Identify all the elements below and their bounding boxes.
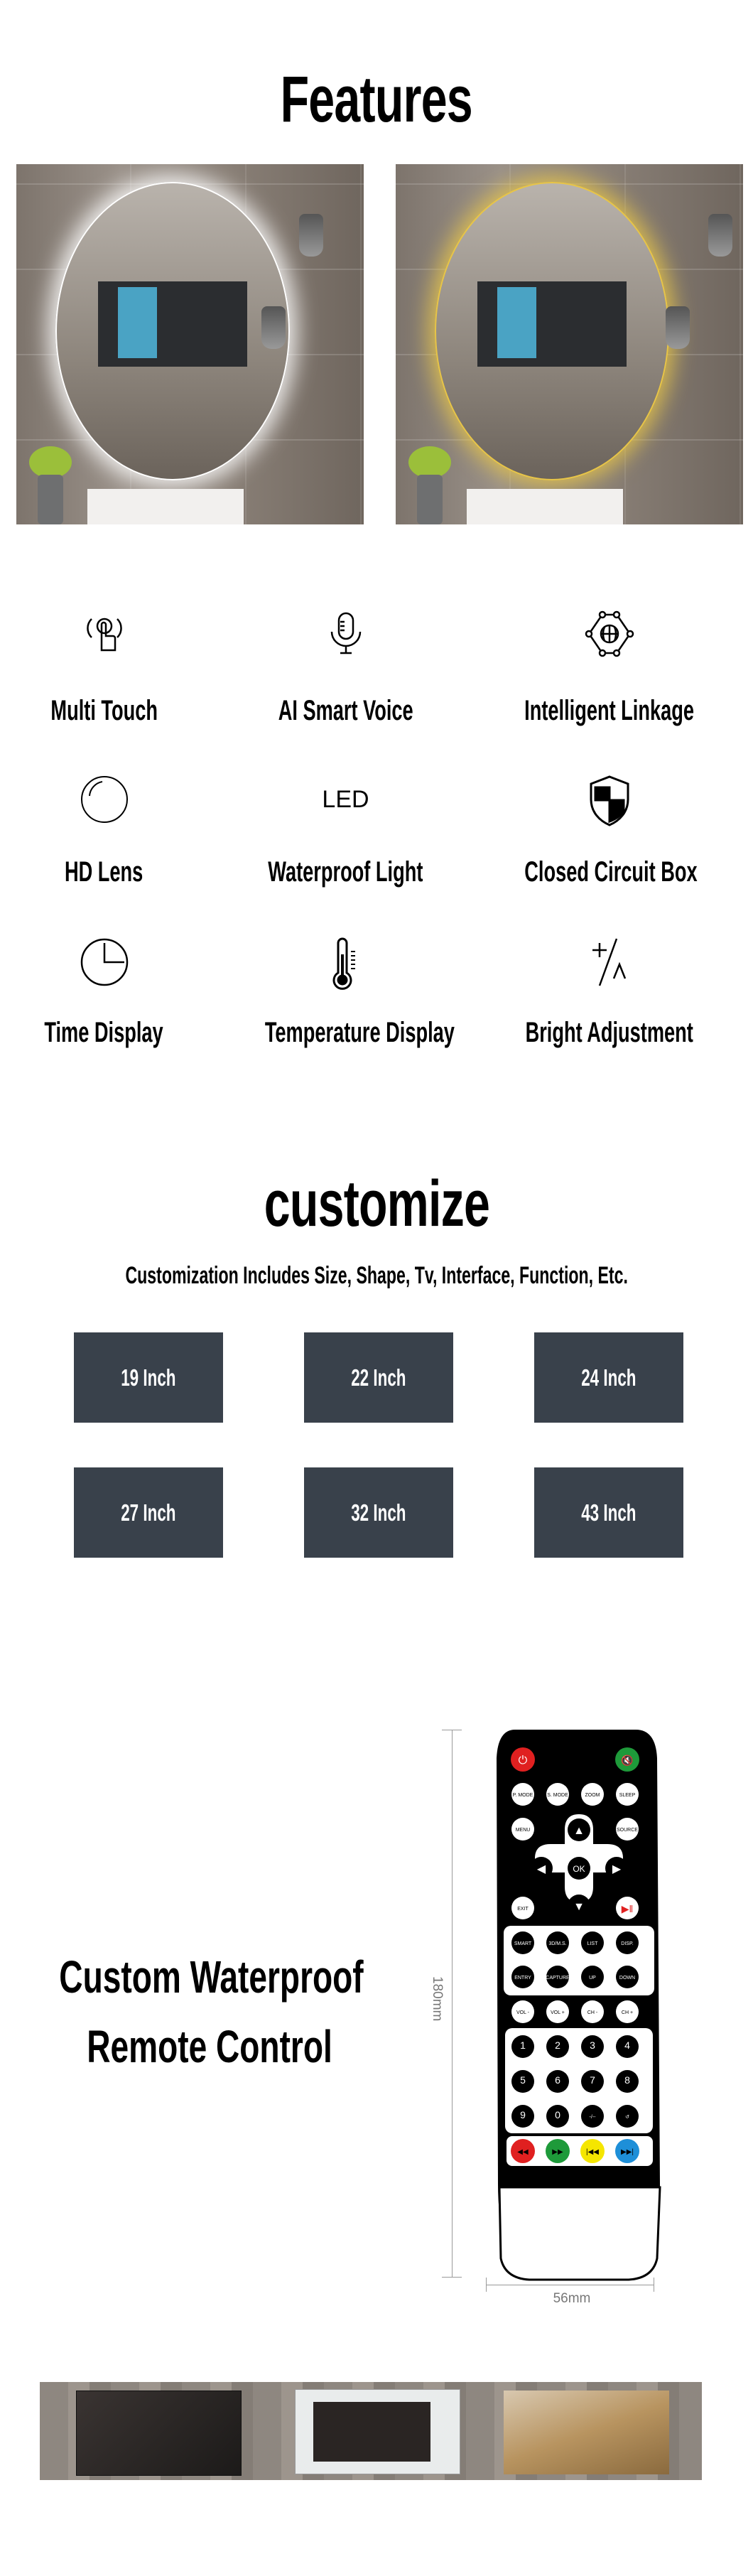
feature-label: HD Lens <box>65 856 143 888</box>
size-option-19-inch: 19 Inch <box>74 1332 223 1423</box>
feature-label: AI Smart Voice <box>278 695 413 726</box>
feature-label: Temperature Display <box>264 1017 455 1048</box>
lens-circle-icon <box>80 775 129 828</box>
mute-icon: 🔇 <box>621 1755 633 1767</box>
features-title: Features <box>280 63 473 136</box>
media-icon: ◀◀ <box>517 2148 529 2156</box>
dimension-tick <box>486 2278 487 2292</box>
shield-icon <box>588 775 631 831</box>
remote-smart-label: SMART <box>514 1941 532 1946</box>
remote-source-label: SOURCE <box>617 1828 638 1833</box>
size-option-32-inch: 32 Inch <box>304 1467 453 1558</box>
remote-8-label: 8 <box>624 2074 630 2086</box>
media-icon: ▶▶| <box>621 2148 634 2156</box>
power-icon: ⏻ <box>519 1755 528 1767</box>
remote-ch-label: CH + <box>622 2010 633 2015</box>
remote-9-label: 9 <box>520 2109 526 2120</box>
arrow-icon: ▲ <box>573 1825 585 1837</box>
remote-vol-label: VOL - <box>516 2010 530 2015</box>
arrow-icon: ▼ <box>573 1901 585 1913</box>
remote-menu-label: MENU <box>516 1828 531 1833</box>
size-option-24-inch: 24 Inch <box>534 1332 683 1423</box>
remote-entry-label: ENTRY <box>514 1976 531 1980</box>
ok-label: OK <box>573 1864 585 1874</box>
remote--label: -/-- <box>590 2115 597 2120</box>
play-pause-icon: ▶‖ <box>622 1903 634 1914</box>
plus-minus-icon <box>588 937 631 991</box>
height-dimension-line <box>452 1730 453 2277</box>
remote-title-line1: Custom Waterproof <box>59 1951 364 2003</box>
mirror-photo-white-light <box>16 164 364 524</box>
microphone-icon <box>328 610 364 659</box>
media-icon: ▶▶ <box>552 2148 563 2156</box>
remote-3-label: 3 <box>590 2039 595 2051</box>
remote-ch-label: CH - <box>587 2010 598 2015</box>
multi-touch-icon <box>83 610 126 657</box>
remote-capture-label: CAPTURE <box>546 1976 570 1980</box>
remote-6-label: 6 <box>555 2074 560 2086</box>
arrow-icon: ◀ <box>537 1863 546 1875</box>
globe-network-icon <box>585 610 634 661</box>
remote-0-label: 0 <box>555 2109 560 2120</box>
mirror-finish-tv <box>504 2391 669 2474</box>
remote-bottom-panel <box>498 2186 661 2281</box>
mirror-tv-variants-photo <box>40 2382 702 2480</box>
feature-label: Bright Adjustment <box>525 1017 693 1048</box>
size-option-43-inch: 43 Inch <box>534 1467 683 1558</box>
remote-up-label: UP <box>589 1976 596 1980</box>
remote-zoom-label: ZOOM <box>585 1793 600 1798</box>
arrow-icon: ▶ <box>612 1863 622 1875</box>
black-glass-tv <box>76 2391 242 2476</box>
height-label: 180mm <box>430 1976 445 2022</box>
remote-disp-label: DISP. <box>621 1941 633 1946</box>
size-option-27-inch: 27 Inch <box>74 1467 223 1558</box>
remote-smode-label: S. MODE <box>547 1793 568 1798</box>
remote-pmode-label: P. MODE <box>513 1793 533 1798</box>
remote-1-label: 1 <box>520 2039 526 2051</box>
remote-4-label: 4 <box>624 2039 630 2051</box>
white-frame-tv <box>295 2389 460 2474</box>
remote-title-line2: Remote Control <box>87 2021 332 2072</box>
remote-sleep-label: SLEEP <box>619 1793 636 1798</box>
media-icon: |◀◀ <box>586 2148 599 2156</box>
dimension-tick <box>442 2277 462 2278</box>
remote-2-label: 2 <box>555 2039 560 2051</box>
mirror-photo-warm-light <box>396 164 743 524</box>
remote-7-label: 7 <box>590 2074 595 2086</box>
led-icon: LED <box>322 786 369 813</box>
feature-label: Multi Touch <box>50 695 158 726</box>
remote-control-illustration: ⏻ 🔇 ▲ ▼ ◀ ▶ OK ▶‖ P. MODE S. MODE ZOOM SLEEP MENU SOU… <box>497 1730 661 2281</box>
remote-exit-label: EXIT <box>517 1907 529 1912</box>
remote-5-label: 5 <box>520 2074 526 2086</box>
thermometer-icon <box>328 937 364 998</box>
feature-label: Intelligent Linkage <box>524 695 694 726</box>
feature-label: Time Display <box>44 1017 164 1048</box>
customize-subtitle: Customization Includes Size, Shape, Tv, … <box>125 1262 628 1289</box>
remote-list-label: LIST <box>587 1941 599 1946</box>
remote--label: ↺ <box>625 2115 629 2120</box>
customize-title: customize <box>264 1168 489 1240</box>
feature-label: Waterproof Light <box>268 856 423 888</box>
width-label: 56mm <box>553 2291 591 2306</box>
remote-down-label: DOWN <box>619 1976 635 1980</box>
feature-label: Closed Circuit Box <box>524 856 698 888</box>
remote-vol-label: VOL + <box>551 2010 565 2015</box>
clock-icon <box>80 937 129 991</box>
remote-3dms-label: 3D/M.S. <box>548 1941 566 1946</box>
size-option-22-inch: 22 Inch <box>304 1332 453 1423</box>
